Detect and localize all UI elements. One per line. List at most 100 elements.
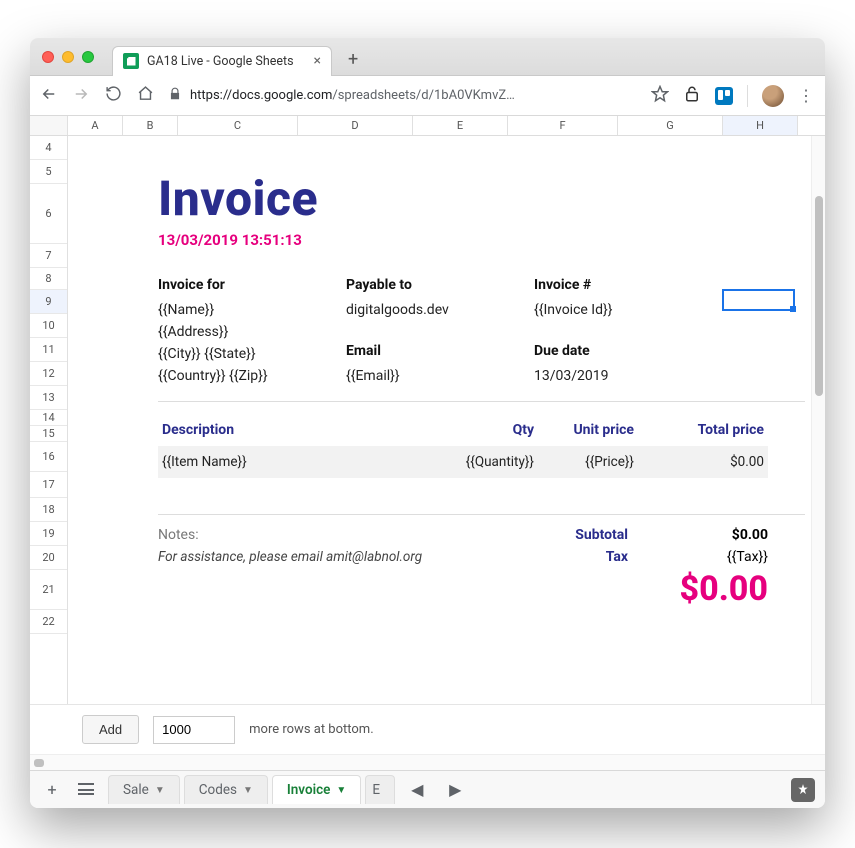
url-domain: docs.google.com [232,88,332,103]
new-tab-button[interactable]: + [348,49,358,70]
row-header-6[interactable]: 6 [30,184,67,244]
vertical-scrollbar[interactable] [811,136,825,704]
sheet-content[interactable]: Invoice 13/03/2019 13:51:13 Invoice for … [68,136,825,704]
row-header-19[interactable]: 19 [30,522,67,546]
minimize-window-button[interactable] [62,51,74,63]
forward-button[interactable] [72,85,90,107]
titlebar: GA18 Live - Google Sheets × + [30,38,825,76]
row-header-18[interactable]: 18 [30,498,67,522]
row-headers[interactable]: 45678910111213141516171819202122 [30,136,68,704]
browser-window: GA18 Live - Google Sheets × + https://do… [30,38,825,808]
add-rows-count-input[interactable] [153,716,235,744]
sheet-tab-label: Invoice [287,782,331,798]
column-header-G[interactable]: G [618,116,723,135]
invoice-document: Invoice 13/03/2019 13:51:13 Invoice for … [68,136,825,704]
reload-button[interactable] [104,85,122,106]
sheet-nav-arrows: ◀ ▶ [405,780,467,799]
row-header-5[interactable]: 5 [30,160,67,184]
add-sheet-button[interactable]: + [40,780,64,799]
add-rows-button[interactable]: Add [82,715,139,744]
col-qty: Qty [458,414,538,446]
customer-name: {{Name}} [158,299,338,321]
trello-extension-icon[interactable] [715,87,733,105]
customer-address: {{Address}} [158,321,338,343]
row-header-13[interactable]: 13 [30,386,67,410]
row-header-16[interactable]: 16 [30,442,67,472]
extension-lock-icon[interactable] [683,85,701,107]
column-header-D[interactable]: D [298,116,413,135]
column-header-B[interactable]: B [123,116,178,135]
sheets-favicon-icon [123,53,139,69]
column-headers[interactable]: ABCDEFGH [30,116,825,136]
divider-2 [158,514,805,515]
chevron-down-icon[interactable]: ▼ [243,785,253,796]
sheet-tab-invoice[interactable]: Invoice ▼ [272,775,361,804]
invoice-for-label: Invoice for [158,277,338,293]
column-header-C[interactable]: C [178,116,298,135]
sheet-tab-label: E [372,782,380,798]
sheet-scroll-left-button[interactable]: ◀ [405,780,429,799]
sheet-body: 45678910111213141516171819202122 Invoice… [30,136,825,704]
col-total-price: Total price [638,414,768,446]
url-scheme: https:// [190,88,232,103]
row-header-20[interactable]: 20 [30,546,67,570]
all-sheets-menu-button[interactable] [74,780,98,799]
due-date-value: 13/03/2019 [534,365,714,387]
item-name-cell: {{Item Name}} [158,446,458,478]
select-all-corner[interactable] [30,116,68,135]
profile-avatar[interactable] [762,85,784,107]
column-header-H[interactable]: H [723,116,798,135]
explore-button[interactable] [791,778,815,802]
col-description: Description [158,414,458,446]
customer-city-state: {{City}} {{State}} [158,343,338,365]
payable-to-value: digitalgoods.dev [346,299,526,321]
row-header-14[interactable]: 14 [30,410,67,426]
chevron-down-icon[interactable]: ▼ [336,785,346,796]
row-header-8[interactable]: 8 [30,268,67,290]
sheet-tab-label: Codes [199,782,237,798]
row-header-15[interactable]: 15 [30,426,67,442]
chevron-down-icon[interactable]: ▼ [155,785,165,796]
close-tab-icon[interactable]: × [314,53,321,69]
home-button[interactable] [136,85,154,106]
sheet-tabs-bar: + Sale▼ Codes ▼ Invoice ▼ E ◀ ▶ [30,770,825,808]
sheet-scroll-right-button[interactable]: ▶ [443,780,467,799]
summary-row: Notes: For assistance, please email amit… [158,527,805,609]
url-field[interactable]: https://docs.google.com/spreadsheets/d/1… [168,87,637,105]
sheet-tab-codes[interactable]: Codes ▼ [184,775,268,804]
customer-country-zip: {{Country}} {{Zip}} [158,365,338,387]
row-header-11[interactable]: 11 [30,338,67,362]
invoice-number-label: Invoice # [534,277,714,293]
notes-text: For assistance, please email amit@labnol… [158,549,528,565]
maximize-window-button[interactable] [82,51,94,63]
sheet-tab-sale[interactable]: Sale▼ [108,775,180,804]
column-header-A[interactable]: A [68,116,123,135]
item-qty-cell: {{Quantity}} [458,446,538,478]
address-bar: https://docs.google.com/spreadsheets/d/1… [30,76,825,116]
row-header-12[interactable]: 12 [30,362,67,386]
column-header-E[interactable]: E [413,116,508,135]
row-header-7[interactable]: 7 [30,244,67,268]
back-button[interactable] [40,85,58,107]
row-header-4[interactable]: 4 [30,136,67,160]
row-header-21[interactable]: 21 [30,570,67,610]
lock-icon [168,87,182,105]
tab-title: GA18 Live - Google Sheets [147,54,306,69]
active-cell[interactable] [722,289,795,311]
scroll-thumb[interactable] [815,196,823,396]
column-header-F[interactable]: F [508,116,618,135]
bookmark-star-icon[interactable] [651,85,669,107]
item-price-cell: {{Price}} [538,446,638,478]
row-header-9[interactable]: 9 [30,290,67,314]
row-header-17[interactable]: 17 [30,472,67,498]
item-total-cell: $0.00 [638,446,768,478]
email-label: Email [346,343,526,359]
close-window-button[interactable] [42,51,54,63]
browser-menu-button[interactable]: ⋮ [798,86,815,105]
browser-tab[interactable]: GA18 Live - Google Sheets × [112,46,332,76]
row-header-10[interactable]: 10 [30,314,67,338]
row-header-22[interactable]: 22 [30,610,67,634]
sheet-tab-e[interactable]: E [365,775,395,804]
add-rows-bar: Add more rows at bottom. [30,704,825,754]
horizontal-scrollbar[interactable] [30,754,825,770]
